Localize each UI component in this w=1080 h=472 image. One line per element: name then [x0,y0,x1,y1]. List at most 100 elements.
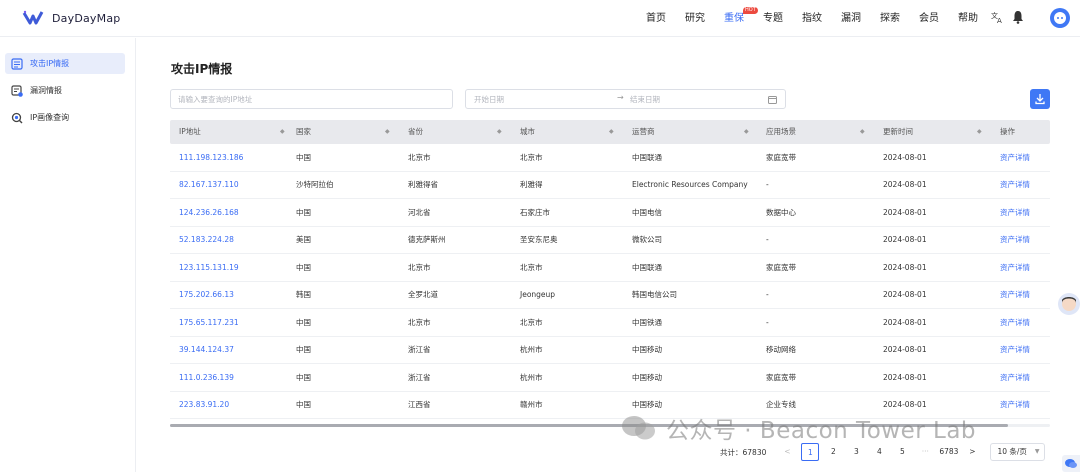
asset-details-link[interactable]: 资产详情 [991,289,1050,300]
date-range-picker[interactable]: 开始日期 → 结束日期 [465,89,786,109]
asset-details-link[interactable]: 资产详情 [991,152,1050,163]
page-button-3[interactable]: 3 [847,443,865,461]
ip-search-input[interactable] [170,89,453,109]
end-date-field[interactable]: 结束日期 [630,94,660,105]
table-row: 111.0.236.139 中国 浙江省 杭州市 中国移动 家庭宽带 2024-08-01 资… [170,364,1050,392]
asset-details-link[interactable]: 资产详情 [991,399,1050,410]
main-nav: 首页 研究 重保 HOT 专题 指纹 漏洞 探索 会员 帮助 [646,0,997,37]
user-face-icon [1054,12,1066,24]
attack-ip-table: IP地址 ◆ 国家 ◆ 省份 ◆ 城市 ◆ 运营商 ◆ 应用场景 ◆ 更新时间 ◆ 操作 11… [170,120,1050,419]
nav-topics[interactable]: 专题 [763,0,783,37]
cell-ip[interactable]: 123.115.131.19 [170,263,287,272]
nav-protection[interactable]: 重保 HOT [724,0,758,37]
nav-fingerprint[interactable]: 指纹 [802,0,822,37]
cell-country: 中国 [296,152,311,162]
column-label: 国家 [296,127,311,136]
cell-city: 赣州市 [520,400,543,410]
asset-details-link[interactable]: 资产详情 [991,372,1050,383]
cell-isp: 中国移动 [632,345,662,355]
nav-vulnerabilities[interactable]: 漏洞 [841,0,861,37]
column-header-province[interactable]: 省份 ◆ [399,120,511,144]
column-label: 操作 [1000,127,1015,136]
page-button-2[interactable]: 2 [824,443,842,461]
nav-protection-label: 重保 [724,13,744,24]
assistant-avatar[interactable] [1058,293,1080,315]
sidebar-item-ip-profile[interactable]: IP画像查询 [5,107,125,128]
user-avatar[interactable] [1050,8,1070,28]
cell-country: 中国 [296,372,311,382]
cell-province: 江西省 [408,400,431,410]
cell-ip[interactable]: 52.183.224.28 [170,235,287,244]
cell-updated: 2024-08-01 [883,317,927,327]
page-button-1[interactable]: 1 [801,443,820,461]
prev-page-button[interactable]: < [778,443,796,461]
cell-updated: 2024-08-01 [883,400,927,410]
pagination: 共计：67830 < 1 2 3 4 5 ··· 6783 > 10 条/页 ▼ [720,443,1046,461]
table-row: 39.144.124.37 中国 浙江省 杭州市 中国移动 移动网络 2024-08-01 资… [170,337,1050,364]
asset-details-link[interactable]: 资产详情 [991,317,1050,328]
cell-updated: 2024-08-01 [883,262,927,272]
page-button-5[interactable]: 5 [893,443,911,461]
cell-ip[interactable]: 124.236.26.168 [170,208,287,217]
asset-details-link[interactable]: 资产详情 [991,207,1050,218]
sidebar-item-vulnerability[interactable]: 漏洞情报 [5,80,125,101]
sort-icon[interactable]: ◆ [385,120,390,144]
asset-details-link[interactable]: 资产详情 [991,344,1050,355]
column-header-city[interactable]: 城市 ◆ [511,120,623,144]
asset-details-link[interactable]: 资产详情 [991,179,1050,190]
sidebar-item-label: 漏洞情报 [30,86,62,95]
column-header-isp[interactable]: 运营商 ◆ [623,120,757,144]
brand-name: DayDayMap [52,11,121,25]
column-label: IP地址 [179,127,201,136]
asset-details-link[interactable]: 资产详情 [991,262,1050,273]
column-label: 更新时间 [883,127,913,136]
download-button[interactable] [1030,89,1050,109]
page-button-4[interactable]: 4 [870,443,888,461]
chat-button[interactable] [1062,455,1080,472]
nav-explore[interactable]: 探索 [880,0,900,37]
next-page-button[interactable]: > [963,443,981,461]
brand-logo[interactable]: DayDayMap [22,9,120,27]
page-button-last[interactable]: 6783 [939,443,958,461]
nav-membership[interactable]: 会员 [919,0,939,37]
page-size-select[interactable]: 10 条/页 ▼ [990,443,1046,461]
cell-isp: 中国移动 [632,400,662,410]
cell-ip[interactable]: 175.65.117.231 [170,318,287,327]
cell-province: 浙江省 [408,345,431,355]
sort-icon[interactable]: ◆ [497,120,502,144]
cell-ip[interactable]: 111.198.123.186 [170,153,287,162]
translate-icon[interactable]: 文 A [990,10,1004,24]
asset-details-link[interactable]: 资产详情 [991,234,1050,245]
sort-icon[interactable]: ◆ [280,120,285,144]
bell-icon[interactable] [1011,10,1025,24]
sort-icon[interactable]: ◆ [744,120,749,144]
cell-ip[interactable]: 39.144.124.37 [170,345,287,354]
column-header-updated[interactable]: 更新时间 ◆ [874,120,991,144]
cell-ip[interactable]: 82.167.137.110 [170,180,287,189]
cell-city: Jeongeup [520,290,556,300]
nav-home[interactable]: 首页 [646,0,666,37]
table-body: 111.198.123.186 中国 北京市 北京市 中国联通 家庭宽带 2024-08-0… [170,144,1050,419]
cell-ip[interactable]: 111.0.236.139 [170,373,287,382]
table-row: 175.65.117.231 中国 北京市 北京市 中国铁通 - 2024-08-01 资产详… [170,309,1050,337]
sort-icon[interactable]: ◆ [609,120,614,144]
cell-province: 河北省 [408,207,431,217]
cell-isp: 中国移动 [632,372,662,382]
cell-ip[interactable]: 223.83.91.20 [170,400,287,409]
sort-icon[interactable]: ◆ [977,120,982,144]
column-header-ip[interactable]: IP地址 ◆ [170,120,287,144]
cell-ip[interactable]: 175.202.66.13 [170,290,287,299]
table-row: 124.236.26.168 中国 河北省 石家庄市 中国电信 数据中心 2024-08-0… [170,199,1050,227]
cell-country: 中国 [296,345,311,355]
column-label: 运营商 [632,127,655,136]
start-date-field[interactable]: 开始日期 [474,94,504,105]
sort-icon[interactable]: ◆ [860,120,865,144]
nav-research[interactable]: 研究 [685,0,705,37]
nav-help[interactable]: 帮助 [958,0,978,37]
sidebar-item-attack-ip[interactable]: 攻击IP情报 [5,53,125,74]
column-header-country[interactable]: 国家 ◆ [287,120,399,144]
table-row: 111.198.123.186 中国 北京市 北京市 中国联通 家庭宽带 2024-08-0… [170,144,1050,172]
column-header-scenario[interactable]: 应用场景 ◆ [757,120,874,144]
watermark: 公众号 · Beacon Tower Lab [620,413,976,444]
page-ellipsis[interactable]: ··· [916,443,934,461]
